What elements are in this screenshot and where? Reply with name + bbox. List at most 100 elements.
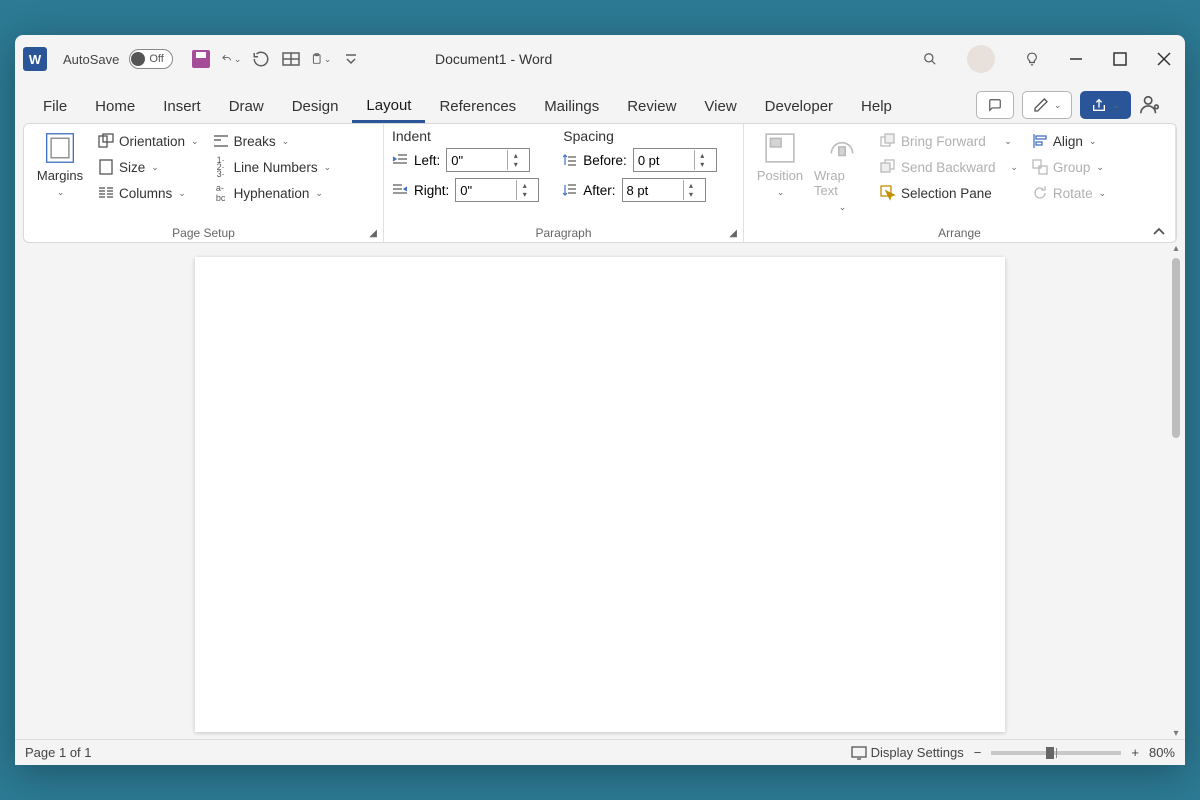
scroll-down-icon[interactable]: ▾ bbox=[1173, 728, 1178, 739]
redo-button[interactable] bbox=[251, 49, 271, 69]
comments-button[interactable] bbox=[976, 91, 1014, 119]
document-page[interactable] bbox=[195, 257, 1005, 732]
spin-up-icon[interactable]: ▴ bbox=[684, 181, 699, 190]
wrap-text-icon bbox=[826, 132, 858, 164]
minimize-button[interactable] bbox=[1069, 52, 1083, 66]
spacing-after-input[interactable]: ▴▾ bbox=[622, 178, 706, 202]
send-backward-icon bbox=[880, 159, 896, 175]
autosave-toggle[interactable]: Off bbox=[129, 49, 173, 69]
app-window: W AutoSave Off ⌄ ⌄ Document1 - Word File… bbox=[15, 35, 1185, 765]
ribbon: Margins ⌄ Orientation⌄ Size⌄ Columns⌄ Br… bbox=[23, 123, 1177, 243]
spacing-before-input[interactable]: ▴▾ bbox=[633, 148, 717, 172]
group-arrange: Position⌄ Wrap Text⌄ Bring Forward ⌄ Sen… bbox=[744, 124, 1176, 242]
spin-up-icon[interactable]: ▴ bbox=[517, 181, 532, 190]
tab-mailings[interactable]: Mailings bbox=[530, 90, 613, 123]
page-setup-launcher[interactable]: ◢ bbox=[369, 228, 377, 239]
tab-home[interactable]: Home bbox=[81, 90, 149, 123]
size-icon bbox=[99, 159, 113, 175]
tab-layout[interactable]: Layout bbox=[352, 89, 425, 123]
tab-references[interactable]: References bbox=[425, 90, 530, 123]
bring-forward-button[interactable]: Bring Forward ⌄ bbox=[876, 130, 1022, 152]
persona-button[interactable] bbox=[1139, 94, 1161, 116]
columns-button[interactable]: Columns⌄ bbox=[94, 182, 203, 204]
indent-right-input[interactable]: ▴▾ bbox=[455, 178, 539, 202]
scroll-up-icon[interactable]: ▴ bbox=[1173, 243, 1178, 254]
group-title-arrange: Arrange bbox=[938, 226, 981, 240]
margins-label: Margins bbox=[37, 168, 83, 183]
rotate-button[interactable]: Rotate⌄ bbox=[1028, 182, 1110, 204]
spacing-after-icon bbox=[563, 182, 577, 198]
minimize-icon bbox=[1069, 52, 1083, 66]
tab-developer[interactable]: Developer bbox=[751, 90, 847, 123]
position-icon bbox=[764, 132, 796, 164]
tab-design[interactable]: Design bbox=[278, 90, 353, 123]
hyphenation-button[interactable]: a-bcHyphenation⌄ bbox=[209, 182, 336, 204]
redo-icon bbox=[252, 50, 270, 68]
tab-review[interactable]: Review bbox=[613, 90, 690, 123]
page-info[interactable]: Page 1 of 1 bbox=[25, 745, 92, 760]
vertical-scrollbar[interactable]: ▴ ▾ bbox=[1169, 243, 1183, 739]
indent-left-input[interactable]: ▴▾ bbox=[446, 148, 530, 172]
search-button[interactable] bbox=[923, 52, 937, 66]
spin-up-icon[interactable]: ▴ bbox=[695, 151, 710, 160]
account-button[interactable] bbox=[967, 45, 995, 73]
paste-icon bbox=[311, 50, 322, 68]
spin-down-icon[interactable]: ▾ bbox=[517, 190, 532, 199]
spin-down-icon[interactable]: ▾ bbox=[508, 160, 523, 169]
collapse-ribbon-button[interactable] bbox=[1152, 226, 1166, 236]
document-title: Document1 - Word bbox=[435, 51, 552, 67]
save-button[interactable] bbox=[191, 49, 211, 69]
orientation-button[interactable]: Orientation⌄ bbox=[94, 130, 203, 152]
scroll-thumb[interactable] bbox=[1172, 258, 1180, 438]
group-button[interactable]: Group⌄ bbox=[1028, 156, 1110, 178]
paste-button[interactable]: ⌄ bbox=[311, 49, 331, 69]
tab-view[interactable]: View bbox=[690, 90, 750, 123]
quick-access-toolbar: ⌄ ⌄ bbox=[191, 49, 361, 69]
qat-customize[interactable] bbox=[341, 49, 361, 69]
send-backward-button[interactable]: Send Backward ⌄ bbox=[876, 156, 1022, 178]
rotate-icon bbox=[1032, 185, 1048, 201]
display-settings-button[interactable]: Display Settings bbox=[851, 745, 964, 760]
zoom-out-button[interactable]: − bbox=[974, 745, 982, 760]
close-button[interactable] bbox=[1157, 52, 1171, 66]
word-app-icon: W bbox=[23, 47, 47, 71]
share-button[interactable]: ⌄ bbox=[1080, 91, 1131, 119]
tab-file[interactable]: File bbox=[29, 90, 81, 123]
undo-button[interactable]: ⌄ bbox=[221, 49, 241, 69]
autosave-label: AutoSave bbox=[63, 52, 119, 67]
indent-left-icon bbox=[392, 153, 408, 167]
align-button[interactable]: Align⌄ bbox=[1028, 130, 1110, 152]
zoom-value[interactable]: 80% bbox=[1149, 745, 1175, 760]
lightbulb-icon bbox=[1025, 50, 1039, 68]
share-icon bbox=[1091, 97, 1107, 113]
line-numbers-button[interactable]: 1·2·3·Line Numbers⌄ bbox=[209, 156, 336, 178]
breaks-button[interactable]: Breaks⌄ bbox=[209, 130, 336, 152]
person-icon bbox=[1139, 94, 1161, 116]
margins-button[interactable]: Margins ⌄ bbox=[32, 128, 88, 198]
help-button[interactable] bbox=[1025, 52, 1039, 66]
spacing-before-icon bbox=[563, 152, 577, 168]
tab-draw[interactable]: Draw bbox=[215, 90, 278, 123]
spin-down-icon[interactable]: ▾ bbox=[695, 160, 710, 169]
position-button[interactable]: Position⌄ bbox=[752, 128, 808, 198]
maximize-button[interactable] bbox=[1113, 52, 1127, 66]
editing-mode-button[interactable]: ⌄ bbox=[1022, 91, 1073, 119]
paragraph-launcher[interactable]: ◢ bbox=[729, 228, 737, 239]
zoom-slider[interactable] bbox=[991, 751, 1121, 755]
wrap-text-button[interactable]: Wrap Text⌄ bbox=[814, 128, 870, 213]
spin-down-icon[interactable]: ▾ bbox=[684, 190, 699, 199]
chevron-up-icon bbox=[1152, 226, 1166, 236]
close-icon bbox=[1157, 52, 1171, 66]
table-button[interactable] bbox=[281, 49, 301, 69]
size-button[interactable]: Size⌄ bbox=[94, 156, 203, 178]
chevron-down-icon: ⌄ bbox=[57, 187, 65, 198]
zoom-in-button[interactable]: + bbox=[1131, 745, 1139, 760]
selection-pane-button[interactable]: Selection Pane bbox=[876, 182, 1022, 204]
tab-insert[interactable]: Insert bbox=[149, 90, 215, 123]
search-icon bbox=[923, 50, 937, 68]
tab-help[interactable]: Help bbox=[847, 90, 906, 123]
group-title-page-setup: Page Setup bbox=[172, 226, 235, 240]
group-paragraph: Indent Left: ▴▾ Right: ▴▾ Sp bbox=[384, 124, 744, 242]
spacing-after-label: After: bbox=[583, 183, 615, 198]
spin-up-icon[interactable]: ▴ bbox=[508, 151, 523, 160]
